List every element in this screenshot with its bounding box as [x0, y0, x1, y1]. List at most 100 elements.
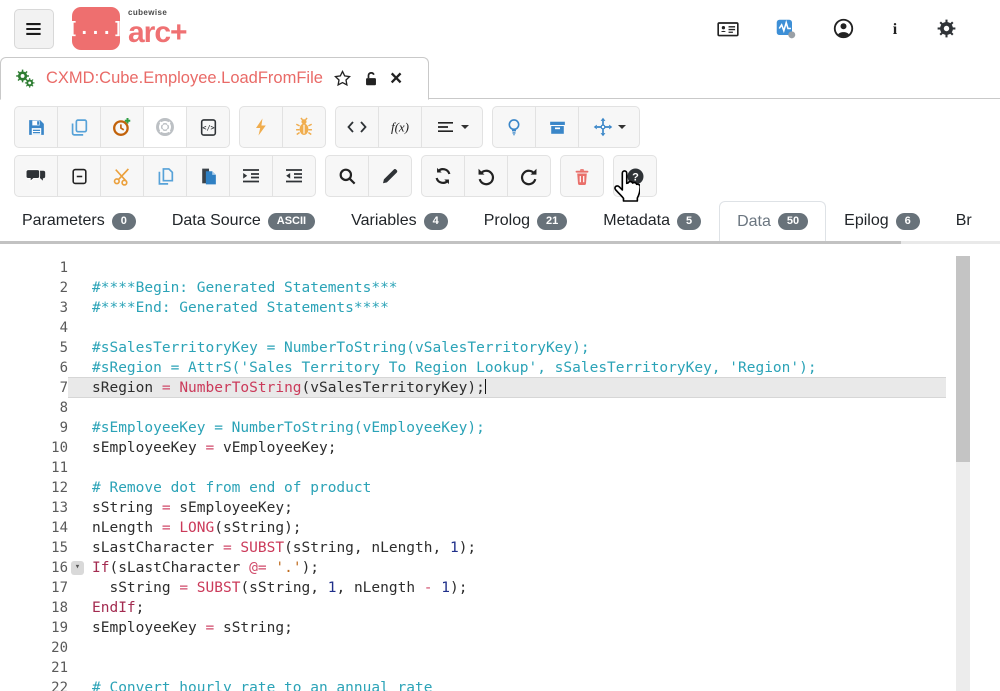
- tab-label: Metadata: [603, 212, 670, 230]
- code-line[interactable]: 13sString = sEmployeeKey;: [0, 498, 1000, 518]
- move-button[interactable]: [578, 106, 640, 148]
- code-line[interactable]: 6#sRegion = AttrS('Sales Territory To Re…: [0, 358, 1000, 378]
- code-line[interactable]: 21: [0, 658, 1000, 678]
- cut-button[interactable]: [100, 155, 144, 197]
- code-line[interactable]: 3#****End: Generated Statements****: [0, 298, 1000, 318]
- code-text[interactable]: sEmployeeKey = sString;: [68, 618, 1000, 638]
- code-text[interactable]: #****Begin: Generated Statements***: [68, 278, 1000, 298]
- collapse-square-button[interactable]: [57, 155, 101, 197]
- format-lines-button[interactable]: [421, 106, 483, 148]
- undo-button[interactable]: [464, 155, 508, 197]
- outdent-icon: [283, 166, 305, 186]
- activity-icon[interactable]: [774, 17, 798, 40]
- refresh-button[interactable]: [421, 155, 465, 197]
- settings-icon[interactable]: [935, 17, 958, 40]
- trash-button[interactable]: [560, 155, 604, 197]
- code-line[interactable]: 2#****Begin: Generated Statements***: [0, 278, 1000, 298]
- code-line[interactable]: 7sRegion = NumberToString(vSalesTerritor…: [0, 378, 1000, 398]
- tab-prolog[interactable]: Prolog21: [466, 201, 586, 241]
- code-text[interactable]: # Convert hourly rate to an annual rate: [68, 678, 1000, 691]
- code-text[interactable]: [68, 638, 1000, 658]
- lightning-button[interactable]: [239, 106, 283, 148]
- menu-button[interactable]: [14, 9, 54, 49]
- unlock-icon[interactable]: [362, 70, 380, 88]
- lifebuoy-button[interactable]: [143, 106, 187, 148]
- code-line[interactable]: 1: [0, 258, 1000, 278]
- save-button[interactable]: [14, 106, 58, 148]
- search-button[interactable]: [325, 155, 369, 197]
- tab-parameters[interactable]: Parameters0: [4, 201, 154, 241]
- code-line[interactable]: 16▾If(sLastCharacter @= '.');: [0, 558, 1000, 578]
- fx-button[interactable]: f(x): [378, 106, 422, 148]
- code-text[interactable]: sString = sEmployeeKey;: [68, 498, 1000, 518]
- tab-epilog[interactable]: Epilog6: [826, 201, 938, 241]
- star-icon[interactable]: [333, 69, 352, 88]
- code-text[interactable]: nLength = LONG(sString);: [68, 518, 1000, 538]
- tab-br[interactable]: Br: [938, 201, 990, 241]
- bulb-button[interactable]: [492, 106, 536, 148]
- archive-box-button[interactable]: [535, 106, 579, 148]
- code-line[interactable]: 20: [0, 638, 1000, 658]
- close-icon[interactable]: ×: [390, 68, 402, 89]
- code-text[interactable]: EndIf;: [68, 598, 1000, 618]
- user-icon[interactable]: [832, 17, 855, 40]
- code-text[interactable]: sLastCharacter = SUBST(sString, nLength,…: [68, 538, 1000, 558]
- tab-label: Parameters: [22, 212, 105, 230]
- tab-data-source[interactable]: Data SourceASCII: [154, 201, 333, 241]
- code-line[interactable]: 19sEmployeeKey = sString;: [0, 618, 1000, 638]
- code-line[interactable]: 5#sSalesTerritoryKey = NumberToString(vS…: [0, 338, 1000, 358]
- code-line[interactable]: 10sEmployeeKey = vEmployeeKey;: [0, 438, 1000, 458]
- copy-button[interactable]: [57, 106, 101, 148]
- paste-button[interactable]: [186, 155, 230, 197]
- help-button[interactable]: ?: [613, 155, 657, 197]
- code-text[interactable]: [68, 318, 1000, 338]
- tab-data[interactable]: Data50: [719, 201, 826, 241]
- info-icon[interactable]: i: [889, 18, 901, 40]
- code-text[interactable]: sEmployeeKey = vEmployeeKey;: [68, 438, 1000, 458]
- line-number: 11: [0, 458, 68, 478]
- code-text[interactable]: # Remove dot from end of product: [68, 478, 1000, 498]
- code-line[interactable]: 4: [0, 318, 1000, 338]
- comment-button[interactable]: [14, 155, 58, 197]
- code-line[interactable]: 12# Remove dot from end of product: [0, 478, 1000, 498]
- code-line[interactable]: 14nLength = LONG(sString);: [0, 518, 1000, 538]
- code-button[interactable]: [335, 106, 379, 148]
- code-line[interactable]: 18EndIf;: [0, 598, 1000, 618]
- code-line[interactable]: 8: [0, 398, 1000, 418]
- code-text[interactable]: [68, 658, 1000, 678]
- document-tab[interactable]: CXMD:Cube.Employee.LoadFromFile ×: [0, 57, 429, 100]
- indent-button[interactable]: [229, 155, 273, 197]
- code-text[interactable]: [68, 458, 1000, 478]
- code-text[interactable]: [68, 398, 1000, 418]
- code-text[interactable]: #sEmployeeKey = NumberToString(vEmployee…: [68, 418, 1000, 438]
- contact-card-icon[interactable]: [716, 18, 740, 40]
- bug-button[interactable]: [282, 106, 326, 148]
- code-editor[interactable]: 12#****Begin: Generated Statements***3#*…: [0, 244, 1000, 691]
- pencil-button[interactable]: [368, 155, 412, 197]
- code-text[interactable]: #sSalesTerritoryKey = NumberToString(vSa…: [68, 338, 1000, 358]
- code-text[interactable]: #****End: Generated Statements****: [68, 298, 1000, 318]
- clock-plus-button[interactable]: [100, 106, 144, 148]
- code-text[interactable]: sString = SUBST(sString, 1, nLength - 1)…: [68, 578, 1000, 598]
- code-line[interactable]: 15sLastCharacter = SUBST(sString, nLengt…: [0, 538, 1000, 558]
- tab-label: Epilog: [844, 212, 888, 230]
- outdent-button[interactable]: [272, 155, 316, 197]
- code-line[interactable]: 22# Convert hourly rate to an annual rat…: [0, 678, 1000, 691]
- code-line[interactable]: 17 sString = SUBST(sString, 1, nLength -…: [0, 578, 1000, 598]
- editor-vertical-scrollbar[interactable]: [956, 256, 970, 691]
- code-text[interactable]: #sRegion = AttrS('Sales Territory To Reg…: [68, 358, 1000, 378]
- redo-button[interactable]: [507, 155, 551, 197]
- line-number: 12: [0, 478, 68, 498]
- code-line[interactable]: 9#sEmployeeKey = NumberToString(vEmploye…: [0, 418, 1000, 438]
- bulb-icon: [504, 116, 524, 138]
- code-line[interactable]: 11: [0, 458, 1000, 478]
- tab-metadata[interactable]: Metadata5: [585, 201, 719, 241]
- tab-variables[interactable]: Variables4: [333, 201, 466, 241]
- pages-button[interactable]: [143, 155, 187, 197]
- code-file-button[interactable]: </>: [186, 106, 230, 148]
- vertical-scrollbar-thumb[interactable]: [956, 256, 970, 462]
- code-text[interactable]: sRegion = NumberToString(vSalesTerritory…: [68, 377, 946, 398]
- code-text[interactable]: If(sLastCharacter @= '.');: [68, 558, 1000, 578]
- fold-toggle[interactable]: ▾: [71, 561, 84, 575]
- code-text[interactable]: [68, 258, 1000, 278]
